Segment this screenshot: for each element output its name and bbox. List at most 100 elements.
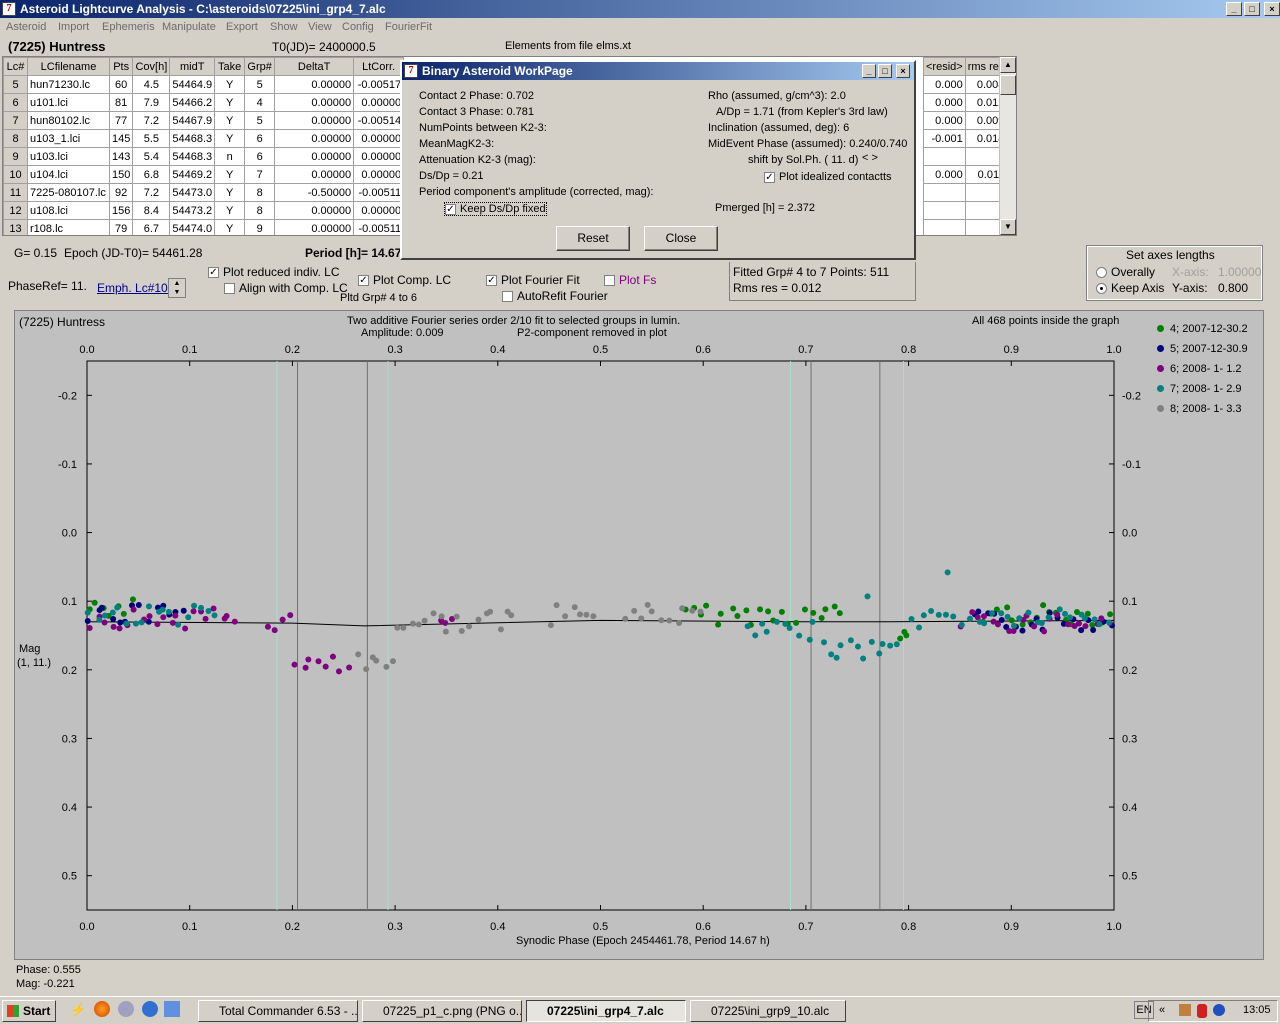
plot-fs-checkbox[interactable]: Plot Fs xyxy=(604,273,656,287)
table-cell[interactable]: u108.lci xyxy=(27,201,110,220)
y-axis-value[interactable]: 0.800 xyxy=(1218,281,1248,295)
table-cell[interactable] xyxy=(923,147,966,166)
table-cell[interactable]: u103.lci xyxy=(27,147,110,166)
table-cell[interactable]: Y xyxy=(214,75,246,94)
table-cell[interactable]: Y xyxy=(214,219,246,235)
table-cell[interactable]: hun71230.lc xyxy=(27,75,110,94)
plot-reduced-checkbox[interactable]: ✓ Plot reduced indiv. LC xyxy=(208,265,340,279)
table-cell[interactable]: 54468.3 xyxy=(169,129,216,148)
table-cell[interactable]: -0.00511 xyxy=(353,183,405,202)
table-cell[interactable]: -0.00514 xyxy=(353,111,405,130)
dialog-maximize-button[interactable]: □ xyxy=(878,64,892,78)
table-cell[interactable]: Y xyxy=(214,183,246,202)
column-header[interactable]: Cov[h] xyxy=(132,57,171,76)
table-cell[interactable]: 0.000 xyxy=(923,93,966,112)
table-cell[interactable]: 6 xyxy=(244,129,276,148)
scroll-up-icon[interactable]: ▲ xyxy=(1000,57,1016,73)
table-cell[interactable]: 0.00000 xyxy=(353,165,405,184)
column-header[interactable]: Lc# xyxy=(3,57,28,76)
table-row[interactable]: 5 hun71230.lc 60 4.5 54464.9 Y 5 0.00000 -0.0051… xyxy=(3,75,405,94)
outlook-icon[interactable] xyxy=(164,1001,180,1017)
emph-spinner[interactable]: ▲ ▼ xyxy=(168,278,186,298)
dialog-close-button[interactable]: × xyxy=(896,64,910,78)
table-cell[interactable]: 0.00000 xyxy=(274,201,355,220)
table-cell[interactable]: 0.00000 xyxy=(353,93,405,112)
table-row[interactable] xyxy=(923,201,1008,220)
table-cell[interactable]: 0.00000 xyxy=(353,201,405,220)
table-cell[interactable]: 7.9 xyxy=(132,93,171,112)
menu-import[interactable]: Import xyxy=(58,21,89,33)
column-header[interactable]: Grp# xyxy=(244,57,276,76)
table-cell[interactable]: 9 xyxy=(244,219,276,235)
table-cell[interactable]: Y xyxy=(214,201,246,220)
menu-config[interactable]: Config xyxy=(342,21,374,33)
table-cell[interactable]: 5.4 xyxy=(132,147,171,166)
table-cell[interactable]: 8.4 xyxy=(132,201,171,220)
menu-view[interactable]: View xyxy=(308,21,332,33)
table-cell[interactable]: 54474.0 xyxy=(169,219,216,235)
table-row[interactable] xyxy=(923,147,1008,166)
ie-icon[interactable] xyxy=(142,1001,158,1017)
table-cell[interactable]: r108.lc xyxy=(27,219,110,235)
table-cell[interactable]: 12 xyxy=(3,201,28,220)
table-cell[interactable]: -0.001 xyxy=(923,129,966,148)
table-row[interactable]: 0.000 0.012 xyxy=(923,93,1008,112)
table-cell[interactable]: 0.00000 xyxy=(274,147,355,166)
table-row[interactable]: 9 u103.lci 143 5.4 54468.3 n 6 0.00000 0.00000 xyxy=(3,147,405,166)
table-cell[interactable]: 0.00000 xyxy=(274,93,355,112)
table-cell[interactable]: 6.7 xyxy=(132,219,171,235)
quicklaunch-app-icon[interactable]: ⚡ xyxy=(70,1002,86,1018)
menu-manipulate[interactable]: Manipulate xyxy=(162,21,216,33)
table-cell[interactable]: 9 xyxy=(3,147,28,166)
table-row[interactable]: 0.000 0.008 xyxy=(923,75,1008,94)
table-cell[interactable]: n xyxy=(214,147,246,166)
table-cell[interactable]: 7225-080107.lc xyxy=(27,183,110,202)
table-cell[interactable] xyxy=(923,201,966,220)
table-cell[interactable]: 81 xyxy=(108,93,134,112)
overally-radio[interactable]: Overally xyxy=(1096,265,1155,279)
table-cell[interactable]: 0.000 xyxy=(923,165,966,184)
autorefit-checkbox[interactable]: AutoRefit Fourier xyxy=(502,289,608,303)
table-cell[interactable]: u103_1.lci xyxy=(27,129,110,148)
table-cell[interactable]: 150 xyxy=(108,165,134,184)
table-row[interactable]: 10 u104.lci 150 6.8 54469.2 Y 7 0.00000 0.00000 xyxy=(3,165,405,184)
table-cell[interactable]: -0.00517 xyxy=(353,75,405,94)
taskbar-total-commander[interactable]: Total Commander 6.53 - ... xyxy=(198,1000,358,1022)
x-axis-value[interactable]: 1.00000 xyxy=(1218,265,1261,279)
table-cell[interactable]: 6 xyxy=(3,93,28,112)
align-comp-checkbox[interactable]: Align with Comp. LC xyxy=(224,281,348,295)
table-cell[interactable]: u104.lci xyxy=(27,165,110,184)
table-cell[interactable]: 54473.2 xyxy=(169,201,216,220)
table-cell[interactable]: Y xyxy=(214,93,246,112)
table-cell[interactable]: 0.00000 xyxy=(274,75,355,94)
table-cell[interactable]: 7.2 xyxy=(132,183,171,202)
table-row[interactable]: 13 r108.lc 79 6.7 54474.0 Y 9 0.00000 -0.00511 xyxy=(3,219,405,235)
table-cell[interactable]: 13 xyxy=(3,219,28,235)
table-cell[interactable]: 0.000 xyxy=(923,75,966,94)
table-cell[interactable] xyxy=(923,183,966,202)
column-header[interactable]: Take xyxy=(214,57,246,76)
table-cell[interactable]: hun80102.lc xyxy=(27,111,110,130)
table-row[interactable]: 0.000 0.009 xyxy=(923,111,1008,130)
table-cell[interactable]: 77 xyxy=(108,111,134,130)
table-row[interactable] xyxy=(923,219,1008,235)
column-header[interactable]: midT xyxy=(169,57,216,76)
column-header[interactable]: LCfilename xyxy=(27,57,110,76)
table-cell[interactable]: 5 xyxy=(244,111,276,130)
table-cell[interactable]: 156 xyxy=(108,201,134,220)
browser-icon[interactable] xyxy=(118,1001,134,1017)
table-row[interactable] xyxy=(923,183,1008,202)
table-cell[interactable]: -0.00511 xyxy=(353,219,405,235)
table-cell[interactable]: 0.00000 xyxy=(274,165,355,184)
table-cell[interactable]: 4 xyxy=(244,93,276,112)
menu-fourierfit[interactable]: FourierFit xyxy=(385,21,432,33)
start-button[interactable]: Start xyxy=(2,1000,56,1022)
scroll-thumb[interactable] xyxy=(1000,75,1016,95)
taskbar-ini-grp9-10[interactable]: 07225\ini_grp9_10.alc xyxy=(690,1000,846,1022)
table-cell[interactable]: 54468.3 xyxy=(169,147,216,166)
table-row[interactable]: 6 u101.lci 81 7.9 54466.2 Y 4 0.00000 0.00000 xyxy=(3,93,405,112)
table-row[interactable]: 0.000 0.011 xyxy=(923,165,1008,184)
table-cell[interactable]: 7 xyxy=(3,111,28,130)
table-row[interactable]: 12 u108.lci 156 8.4 54473.2 Y 8 0.00000 0.00000 xyxy=(3,201,405,220)
table-cell[interactable]: 92 xyxy=(108,183,134,202)
